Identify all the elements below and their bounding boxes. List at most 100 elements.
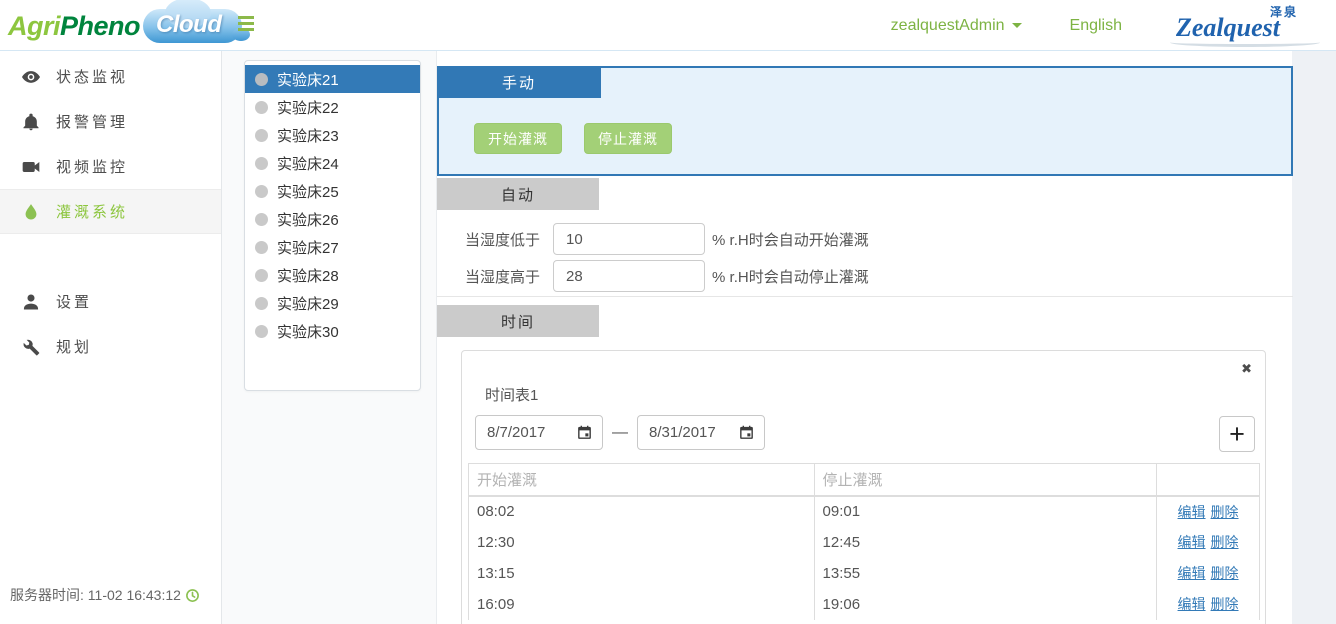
- bell-icon: [21, 112, 41, 132]
- tab-manual[interactable]: 手动: [437, 66, 601, 98]
- stop-irrigation-button[interactable]: 停止灌溉: [584, 123, 672, 154]
- delete-link[interactable]: 删除: [1211, 565, 1239, 581]
- agripheno-logo: AgriPheno Cloud: [8, 5, 242, 47]
- zealquest-logo: 泽泉 Zealquest: [1174, 3, 1322, 49]
- high-humidity-input[interactable]: [553, 260, 705, 292]
- start-time-cell: 08:02: [469, 496, 815, 527]
- bed-list-card: 实验床21 实验床22 实验床23 实验床24 实验床25 实验床26 实验床27 实验床28…: [244, 60, 421, 391]
- bed-item-label: 实验床24: [277, 153, 339, 174]
- delete-link[interactable]: 删除: [1211, 534, 1239, 550]
- low-humidity-input[interactable]: [553, 223, 705, 255]
- date-range-row: 8/7/2017 — 8/31/2017: [475, 415, 765, 450]
- schedule-card: ✖ 时间表1 8/7/2017 — 8/31/2017 + 开始灌溉 停: [461, 350, 1266, 624]
- stop-time-cell: 09:01: [814, 496, 1157, 527]
- date-from-input[interactable]: 8/7/2017: [475, 415, 603, 450]
- circle-bullet-icon: [255, 129, 268, 142]
- edit-link[interactable]: 编辑: [1178, 565, 1206, 581]
- actions-cell: 编辑删除: [1157, 589, 1260, 620]
- delete-link[interactable]: 删除: [1211, 504, 1239, 520]
- sidebar-item-label: 状态监视: [56, 66, 128, 87]
- start-time-cell: 12:30: [469, 527, 815, 558]
- circle-bullet-icon: [255, 269, 268, 282]
- date-from-value: 8/7/2017: [487, 424, 576, 441]
- start-time-cell: 13:15: [469, 558, 815, 589]
- column-header-start: 开始灌溉: [469, 464, 815, 496]
- logo-pheno-text: Pheno: [60, 11, 140, 42]
- column-header-actions: [1157, 464, 1260, 496]
- bed-item-label: 实验床23: [277, 125, 339, 146]
- schedule-title: 时间表1: [485, 384, 538, 405]
- circle-bullet-icon: [255, 297, 268, 310]
- bed-list-item[interactable]: 实验床25: [245, 177, 420, 205]
- bed-list-panel: 实验床21 实验床22 实验床23 实验床24 实验床25 实验床26 实验床27 实验床28…: [222, 51, 436, 624]
- user-menu-label: zealquestAdmin: [891, 17, 1005, 35]
- top-navbar: AgriPheno Cloud zealquestAdmin English 泽…: [0, 0, 1336, 51]
- bed-list-item[interactable]: 实验床22: [245, 93, 420, 121]
- server-time: 服务器时间: 11-02 16:43:12: [10, 585, 200, 605]
- high-humidity-label: 当湿度高于: [465, 266, 540, 287]
- sidebar-item-video-monitor[interactable]: 视频监控: [0, 144, 221, 189]
- date-range-dash: —: [612, 424, 628, 442]
- sidebar-item-irrigation-system[interactable]: 灌溉系统: [0, 189, 221, 234]
- bed-item-label: 实验床28: [277, 265, 339, 286]
- circle-bullet-icon: [255, 213, 268, 226]
- sidebar-item-settings[interactable]: 设置: [0, 279, 221, 324]
- schedule-row: 12:3012:45 编辑删除: [469, 527, 1260, 558]
- circle-bullet-icon: [255, 241, 268, 254]
- actions-cell: 编辑删除: [1157, 496, 1260, 527]
- eye-icon: [21, 67, 41, 87]
- edit-link[interactable]: 编辑: [1178, 534, 1206, 550]
- bed-list-item[interactable]: 实验床21: [245, 65, 420, 93]
- sidebar-item-label: 灌溉系统: [56, 201, 128, 222]
- water-drop-icon: [21, 202, 41, 222]
- start-irrigation-button[interactable]: 开始灌溉: [474, 123, 562, 154]
- sidebar-item-planning[interactable]: 规划: [0, 324, 221, 369]
- language-link[interactable]: English: [1070, 17, 1122, 35]
- add-schedule-button[interactable]: +: [1219, 416, 1255, 452]
- bed-item-label: 实验床26: [277, 209, 339, 230]
- menu-toggle-icon[interactable]: [238, 16, 255, 33]
- bed-list-item[interactable]: 实验床24: [245, 149, 420, 177]
- circle-bullet-icon: [255, 73, 268, 86]
- bed-list-item[interactable]: 实验床27: [245, 233, 420, 261]
- stop-time-cell: 12:45: [814, 527, 1157, 558]
- user-menu[interactable]: zealquestAdmin: [891, 17, 1022, 35]
- actions-cell: 编辑删除: [1157, 558, 1260, 589]
- delete-link[interactable]: 删除: [1211, 596, 1239, 612]
- bed-list-item[interactable]: 实验床28: [245, 261, 420, 289]
- bed-list-item[interactable]: 实验床30: [245, 317, 420, 345]
- logo-cloud-text: Cloud: [156, 11, 221, 38]
- manual-section: 手动 开始灌溉 停止灌溉: [437, 66, 1293, 176]
- schedule-row: 08:0209:01编辑删除: [469, 496, 1260, 527]
- auto-section-header: 自动: [437, 178, 599, 210]
- circle-bullet-icon: [255, 157, 268, 170]
- bed-item-label: 实验床25: [277, 181, 339, 202]
- sidebar-item-label: 视频监控: [56, 156, 128, 177]
- calendar-icon: [738, 424, 755, 441]
- logo-agri-text: Agri: [8, 11, 60, 42]
- sidebar-item-alarm-management[interactable]: 报警管理: [0, 99, 221, 144]
- high-humidity-suffix: % r.H时会自动停止灌溉: [712, 266, 869, 287]
- app-root: AgriPheno Cloud zealquestAdmin English 泽…: [0, 0, 1336, 624]
- close-icon[interactable]: ✖: [1241, 361, 1252, 377]
- auto-low-row: 当湿度低于 % r.H时会自动开始灌溉: [437, 223, 1293, 255]
- edit-link[interactable]: 编辑: [1178, 596, 1206, 612]
- bed-list-item[interactable]: 实验床29: [245, 289, 420, 317]
- sidebar-item-status-monitor[interactable]: 状态监视: [0, 54, 221, 99]
- time-section-header: 时间: [437, 305, 599, 337]
- bed-list-item[interactable]: 实验床26: [245, 205, 420, 233]
- circle-bullet-icon: [255, 185, 268, 198]
- server-time-value: 11-02 16:43:12: [88, 587, 181, 603]
- stop-time-cell: 19:06: [814, 589, 1157, 620]
- clock-icon: [185, 588, 200, 603]
- navbar-right: zealquestAdmin English 泽泉 Zealquest: [891, 0, 1336, 51]
- bed-item-label: 实验床21: [277, 69, 339, 90]
- edit-link[interactable]: 编辑: [1178, 504, 1206, 520]
- schedule-row: 16:0919:06编辑删除: [469, 589, 1260, 620]
- low-humidity-label: 当湿度低于: [465, 229, 540, 250]
- sidebar: 状态监视报警管理视频监控灌溉系统设置规划 服务器时间: 11-02 16:43:…: [0, 51, 222, 624]
- logo-cloud-badge: Cloud: [143, 9, 241, 43]
- date-to-input[interactable]: 8/31/2017: [637, 415, 765, 450]
- bed-list-item[interactable]: 实验床23: [245, 121, 420, 149]
- low-humidity-suffix: % r.H时会自动开始灌溉: [712, 229, 869, 250]
